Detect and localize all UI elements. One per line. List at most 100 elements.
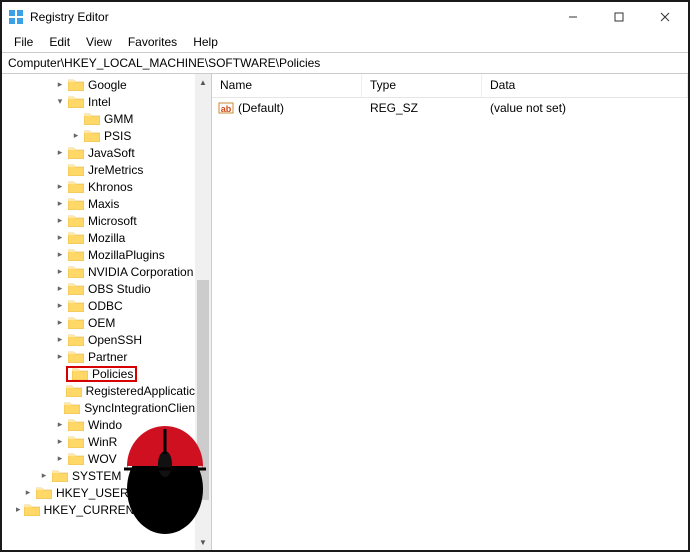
expander-icon[interactable]: ▸ [54,453,66,464]
tree-item[interactable]: ▸ Google [6,76,195,93]
tree-item[interactable]: ▸HKEY_CURRENT_CONFIG [6,501,195,518]
folder-icon [68,78,84,91]
tree-item[interactable]: ▸Khronos [6,178,195,195]
scroll-thumb[interactable] [197,280,209,500]
tree-item-label: Partner [88,350,127,364]
tree-item-label: Windo [88,418,122,432]
tree-item[interactable]: RegisteredApplicatic [6,382,195,399]
tree-item-label: Microsoft [88,214,137,228]
expander-icon[interactable]: ▸ [54,198,66,209]
tree-item[interactable]: ▸ Windo [6,416,195,433]
expander-icon[interactable]: ▸ [70,130,82,141]
expander-icon[interactable]: ▾ [54,96,66,107]
tree-item[interactable]: ▾Intel [6,93,195,110]
expander-icon[interactable]: ▸ [54,147,66,158]
minimize-button[interactable] [550,2,596,32]
expander-icon[interactable]: ▸ [54,232,66,243]
tree-item-label: RegisteredApplicatic [86,384,195,398]
expander-icon[interactable]: ▸ [54,436,66,447]
tree-item-label: Maxis [88,197,119,211]
tree-scrollbar[interactable]: ▲ ▼ [195,74,211,550]
tree-item[interactable]: ▸WOV [6,450,195,467]
tree-item-label: MozillaPlugins [88,248,165,262]
tree-item-label: JavaSoft [88,146,135,160]
tree-item[interactable]: Policies [6,365,195,382]
tree-item[interactable]: SyncIntegrationClien [6,399,195,416]
tree-item[interactable]: ▸SYSTEM [6,467,195,484]
folder-icon [68,333,84,346]
tree-item-label: HKEY_USER [56,486,129,500]
expander-icon[interactable]: ▸ [22,487,34,498]
value-data: (value not set) [482,101,688,115]
tree-item[interactable]: ▸ PSIS [6,127,195,144]
regedit-app-icon [8,9,24,25]
window-title: Registry Editor [30,10,109,24]
tree-item[interactable]: ▸OEM [6,314,195,331]
value-row[interactable]: ab (Default) REG_SZ(value not set) [212,98,688,118]
expander-icon[interactable]: ▸ [15,504,22,515]
expander-icon[interactable]: ▸ [54,79,66,90]
tree-item[interactable]: GMM [6,110,195,127]
value-type: REG_SZ [362,101,482,115]
column-name[interactable]: Name [212,74,362,97]
folder-icon [64,401,80,414]
scroll-up-button[interactable]: ▲ [195,74,211,90]
tree-item[interactable]: JreMetrics [6,161,195,178]
menu-help[interactable]: Help [185,33,226,51]
folder-icon [68,265,84,278]
tree-item[interactable]: ▸ JavaSoft [6,144,195,161]
tree-pane: ▸ Google▾IntelGMM ▸ PSIS ▸ JavaSoftJreMetrics… [2,74,212,550]
menu-favorites[interactable]: Favorites [120,33,185,51]
tree-item-label: Google [88,78,127,92]
expander-icon[interactable]: ▸ [54,317,66,328]
tree-item-label: PSIS [104,129,131,143]
menu-file[interactable]: File [6,33,41,51]
tree-item-label: ODBC [88,299,123,313]
expander-icon[interactable]: ▸ [54,249,66,260]
menu-edit[interactable]: Edit [41,33,78,51]
close-button[interactable] [642,2,688,32]
content-area: ▸ Google▾IntelGMM ▸ PSIS ▸ JavaSoftJreMetrics… [2,74,688,550]
folder-icon [68,316,84,329]
tree-item[interactable]: ▸ Mozilla [6,229,195,246]
folder-icon [68,350,84,363]
expander-icon[interactable]: ▸ [54,334,66,345]
tree-item[interactable]: ▸OBS Studio [6,280,195,297]
maximize-button[interactable] [596,2,642,32]
tree-item[interactable]: ▸ Microsoft [6,212,195,229]
folder-icon [68,197,84,210]
column-data[interactable]: Data [482,74,688,97]
scroll-down-button[interactable]: ▼ [195,534,211,550]
expander-icon[interactable]: ▸ [54,215,66,226]
tree-item[interactable]: ▸ ODBC [6,297,195,314]
folder-icon [68,231,84,244]
tree-item[interactable]: ▸ HKEY_USER [6,484,195,501]
folder-icon [68,248,84,261]
tree-item[interactable]: ▸ Partner [6,348,195,365]
tree-item[interactable]: ▸ Maxis [6,195,195,212]
folder-icon [68,282,84,295]
menu-view[interactable]: View [78,33,120,51]
folder-icon [36,486,52,499]
expander-icon[interactable]: ▸ [54,300,66,311]
expander-icon[interactable]: ▸ [54,419,66,430]
tree-item[interactable]: ▸OpenSSH [6,331,195,348]
expander-icon[interactable]: ▸ [54,181,66,192]
expander-icon[interactable]: ▸ [54,283,66,294]
address-input[interactable] [2,53,688,73]
tree-item-label: Policies [92,367,133,381]
scroll-track[interactable] [195,90,211,534]
folder-icon [68,452,84,465]
string-value-icon: ab [218,100,234,116]
expander-icon[interactable]: ▸ [54,351,66,362]
value-name: (Default) [238,101,284,115]
column-type[interactable]: Type [362,74,482,97]
expander-icon[interactable]: ▸ [38,470,50,481]
tree-item[interactable]: ▸ MozillaPlugins [6,246,195,263]
folder-icon [68,180,84,193]
tree-item[interactable]: ▸WinR [6,433,195,450]
tree-item[interactable]: ▸NVIDIA Corporation [6,263,195,280]
tree-item-label: Mozilla [88,231,125,245]
key-tree[interactable]: ▸ Google▾IntelGMM ▸ PSIS ▸ JavaSoftJreMetrics… [2,74,195,520]
expander-icon[interactable]: ▸ [54,266,66,277]
